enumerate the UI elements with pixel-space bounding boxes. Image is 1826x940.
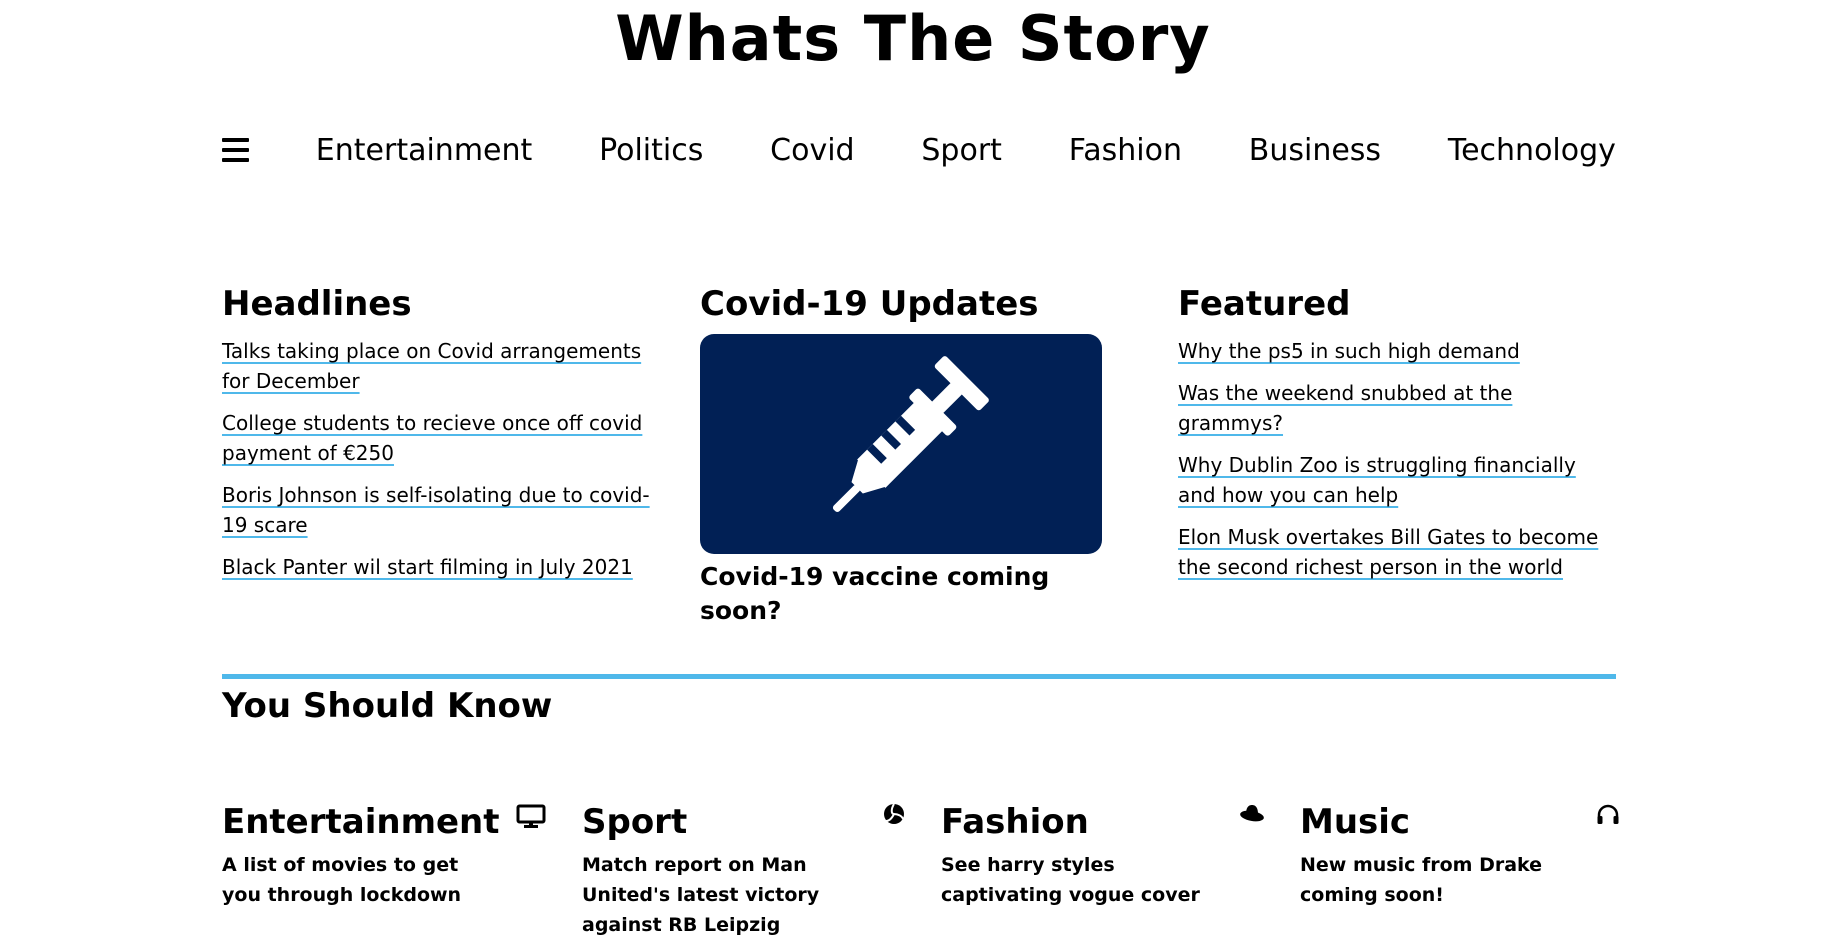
headline-link[interactable]: Boris Johnson is self-isolating due to c…	[222, 483, 650, 537]
card-title: Music	[1300, 802, 1411, 842]
featured-heading: Featured	[1178, 284, 1351, 324]
nav-technology[interactable]: Technology	[1448, 133, 1616, 168]
list-item: Why Dublin Zoo is struggling financially…	[1178, 450, 1608, 510]
list-item: Black Panter wil start filming in July 2…	[222, 552, 662, 582]
list-item: Elon Musk overtakes Bill Gates to become…	[1178, 522, 1608, 582]
headline-link[interactable]: Black Panter wil start filming in July 2…	[222, 555, 633, 579]
nav-entertainment[interactable]: Entertainment	[316, 133, 532, 168]
featured-list: Why the ps5 in such high demand Was the …	[1178, 336, 1608, 582]
nav-politics[interactable]: Politics	[599, 133, 703, 168]
syringe-icon	[832, 356, 989, 513]
category-card-music[interactable]: Music New music from Drake coming soon!	[1300, 800, 1619, 910]
featured-section: Featured Why the ps5 in such high demand…	[1178, 282, 1608, 594]
list-item: Boris Johnson is self-isolating due to c…	[222, 480, 662, 540]
card-title: Fashion	[941, 802, 1089, 842]
category-card-entertainment[interactable]: Entertainment A list of movies to get yo…	[222, 800, 546, 910]
category-card-fashion[interactable]: Fashion See harry styles captivating vog…	[941, 800, 1264, 910]
nav-fashion[interactable]: Fashion	[1069, 133, 1182, 168]
you-should-know-heading: You Should Know	[222, 686, 553, 726]
headline-link[interactable]: Talks taking place on Covid arrangements…	[222, 339, 641, 393]
card-text: Match report on Man United's latest vict…	[582, 854, 820, 936]
featured-link[interactable]: Elon Musk overtakes Bill Gates to become…	[1178, 525, 1598, 579]
hat-icon	[1239, 804, 1265, 828]
headlines-section: Headlines Talks taking place on Covid ar…	[222, 282, 662, 594]
card-title: Sport	[582, 802, 688, 842]
volleyball-icon	[882, 802, 906, 830]
category-card-sport[interactable]: Sport Match report on Man United's lates…	[582, 800, 904, 940]
menu-icon[interactable]	[222, 138, 249, 162]
nav-covid[interactable]: Covid	[770, 133, 854, 168]
headlines-heading: Headlines	[222, 284, 412, 324]
vaccine-caption[interactable]: Covid-19 vaccine coming soon?	[700, 560, 1120, 628]
nav-sport[interactable]: Sport	[921, 133, 1002, 168]
card-title: Entertainment	[222, 802, 500, 842]
list-item: Was the weekend snubbed at the grammys?	[1178, 378, 1608, 438]
covid-updates-section: Covid-19 Updates Covid-19 vaccine coming…	[700, 282, 1120, 628]
page: Whats The Story Entertainment Politics C…	[0, 0, 1826, 936]
list-item: College students to recieve once off cov…	[222, 408, 662, 468]
featured-link[interactable]: Was the weekend snubbed at the grammys?	[1178, 381, 1512, 435]
monitor-icon	[516, 804, 546, 834]
card-text: See harry styles captivating vogue cover	[941, 854, 1200, 906]
nav-business[interactable]: Business	[1249, 133, 1381, 168]
covid-updates-heading: Covid-19 Updates	[700, 284, 1039, 324]
vaccine-image[interactable]	[700, 334, 1102, 554]
list-item: Why the ps5 in such high demand	[1178, 336, 1608, 366]
card-text: A list of movies to get you through lock…	[222, 854, 462, 906]
headlines-list: Talks taking place on Covid arrangements…	[222, 336, 662, 582]
section-divider	[222, 674, 1616, 679]
main-nav: Entertainment Politics Covid Sport Fashi…	[222, 120, 1616, 180]
headline-link[interactable]: College students to recieve once off cov…	[222, 411, 642, 465]
featured-link[interactable]: Why Dublin Zoo is struggling financially…	[1178, 453, 1576, 507]
list-item: Talks taking place on Covid arrangements…	[222, 336, 662, 396]
site-title: Whats The Story	[615, 2, 1211, 75]
featured-link[interactable]: Why the ps5 in such high demand	[1178, 339, 1520, 363]
card-text: New music from Drake coming soon!	[1300, 854, 1543, 906]
headphones-icon	[1596, 804, 1620, 830]
